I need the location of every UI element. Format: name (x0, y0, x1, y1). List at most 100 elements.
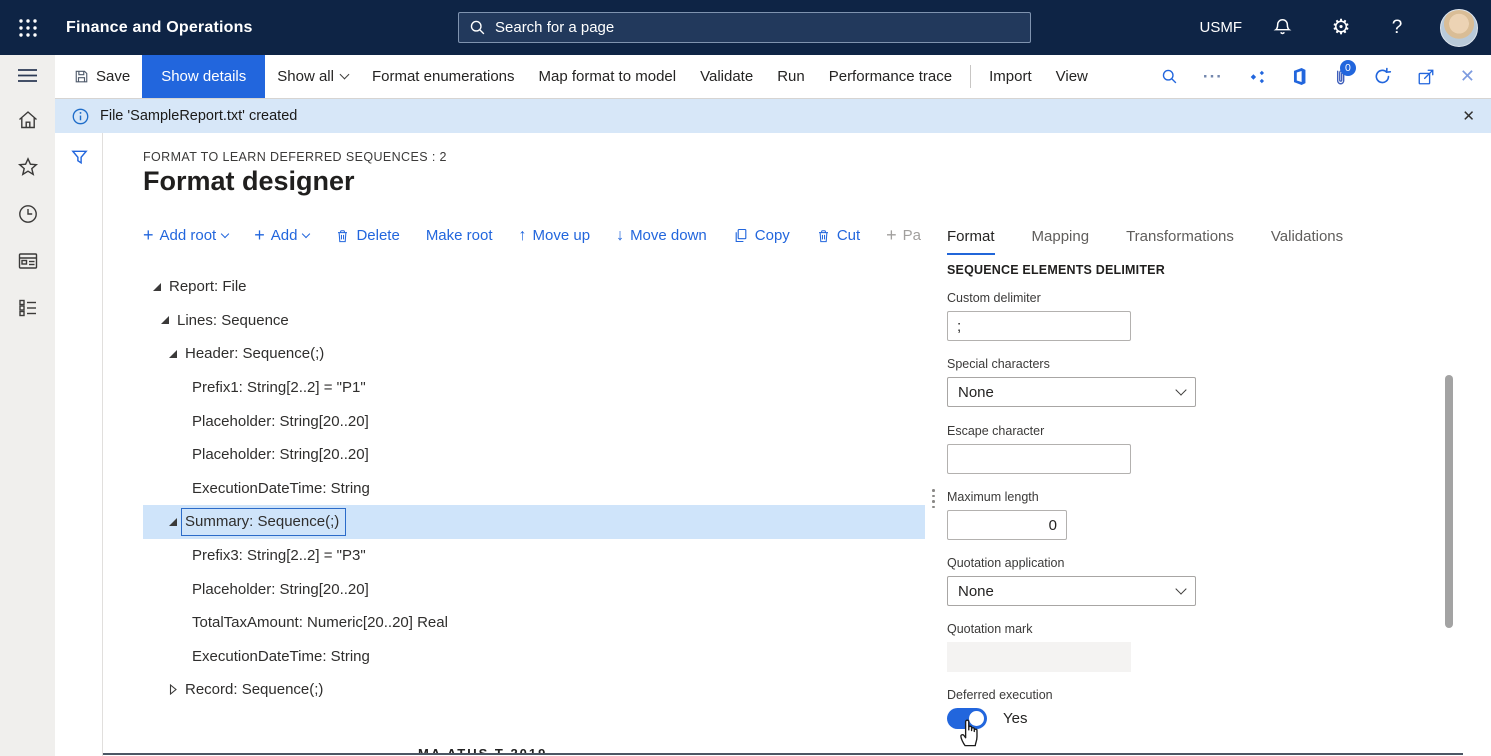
attachments-count-badge: 0 (1340, 60, 1356, 76)
format-enumerations-label: Format enumerations (372, 68, 515, 85)
tree-item[interactable]: Prefix1: String[2..2] = "P1" (143, 371, 925, 405)
tree-item[interactable]: Report: File (143, 270, 925, 304)
quotation-application-select[interactable]: None (947, 576, 1196, 606)
format-enumerations-button[interactable]: Format enumerations (360, 55, 527, 98)
special-characters-select[interactable]: None (947, 377, 1196, 407)
map-format-to-model-label: Map format to model (539, 68, 677, 85)
tree-item[interactable]: TotalTaxAmount: Numeric[20..20] Real (143, 606, 925, 640)
workspaces-nav-button[interactable] (17, 250, 39, 272)
escape-character-field: Escape character (947, 424, 1131, 474)
tree-item[interactable]: ExecutionDateTime: String (143, 472, 925, 506)
refresh-button[interactable] (1373, 67, 1392, 86)
tab-transformations[interactable]: Transformations (1126, 228, 1234, 255)
view-button[interactable]: View (1044, 55, 1100, 98)
section-title: SEQUENCE ELEMENTS DELIMITER (947, 263, 1165, 277)
add-button[interactable]: + Add (254, 225, 309, 246)
pane-splitter-grip[interactable] (932, 489, 935, 508)
home-nav-button[interactable] (17, 109, 39, 131)
custom-delimiter-input[interactable] (947, 311, 1131, 341)
make-root-label: Make root (426, 227, 493, 244)
settings-button[interactable]: ⚙ (1328, 15, 1354, 41)
more-commands-button[interactable]: ··· (1203, 67, 1223, 87)
arrow-up-icon: ↑ (519, 227, 527, 245)
format-structure-tree: Report: File Lines: Sequence Header: Seq… (143, 270, 925, 707)
user-avatar[interactable] (1440, 9, 1478, 47)
caret-expanded-icon[interactable] (168, 349, 185, 359)
delete-button[interactable]: Delete (335, 227, 399, 244)
cut-button[interactable]: Cut (816, 227, 860, 244)
escape-character-input[interactable] (947, 444, 1131, 474)
global-search-box[interactable] (458, 12, 1031, 43)
tab-mapping[interactable]: Mapping (1032, 228, 1090, 255)
close-icon: ✕ (1460, 66, 1475, 87)
open-in-new-window-button[interactable] (1417, 68, 1435, 86)
maximum-length-input[interactable] (947, 510, 1067, 540)
move-down-button[interactable]: ↓ Move down (616, 227, 707, 245)
save-label: Save (96, 68, 130, 85)
hamburger-menu-button[interactable] (18, 68, 37, 83)
copy-icon (733, 227, 749, 244)
tree-item[interactable]: Lines: Sequence (143, 304, 925, 338)
trash-icon (335, 228, 350, 244)
tree-item[interactable]: Prefix3: String[2..2] = "P3" (143, 539, 925, 573)
move-up-label: Move up (533, 227, 591, 244)
toolbar-separator (970, 65, 971, 88)
move-up-button[interactable]: ↑ Move up (519, 227, 591, 245)
attachments-button[interactable]: 0 (1333, 67, 1348, 87)
tree-item-label: Placeholder: String[20..20] (192, 413, 369, 430)
validate-button[interactable]: Validate (688, 55, 765, 98)
copy-button[interactable]: Copy (733, 227, 790, 244)
run-button[interactable]: Run (765, 55, 817, 98)
app-launcher-waffle-icon[interactable] (0, 0, 55, 55)
notifications-button[interactable] (1272, 17, 1298, 39)
tree-item[interactable]: Placeholder: String[20..20] (143, 572, 925, 606)
save-button[interactable]: Save (55, 55, 142, 98)
office-apps-button[interactable] (1291, 67, 1308, 86)
filter-funnel-icon[interactable] (70, 148, 89, 167)
help-button[interactable]: ? (1384, 15, 1410, 41)
page-search-button[interactable] (1161, 68, 1178, 85)
add-root-button[interactable]: + Add root (143, 225, 228, 246)
close-page-button[interactable]: ✕ (1460, 66, 1475, 87)
import-button[interactable]: Import (977, 55, 1044, 98)
caret-expanded-icon[interactable] (152, 282, 169, 292)
company-selector[interactable]: USMF (1200, 19, 1243, 36)
show-all-dropdown[interactable]: Show all (265, 55, 360, 98)
show-details-button[interactable]: Show details (142, 55, 265, 98)
modules-nav-button[interactable] (17, 297, 39, 319)
properties-panel: Format Mapping Transformations Validatio… (947, 133, 1467, 756)
related-info-button[interactable] (1248, 68, 1266, 86)
panel-scrollbar-thumb[interactable] (1445, 375, 1453, 628)
tree-item[interactable]: Record: Sequence(;) (143, 673, 925, 707)
toggle-state-label: Yes (1003, 710, 1027, 727)
tree-item[interactable]: ExecutionDateTime: String (143, 640, 925, 674)
tree-item[interactable]: Placeholder: String[20..20] (143, 438, 925, 472)
tab-validations[interactable]: Validations (1271, 228, 1343, 255)
refresh-icon (1373, 67, 1392, 86)
chevron-down-icon (221, 230, 229, 238)
make-root-button[interactable]: Make root (426, 227, 493, 244)
tab-format[interactable]: Format (947, 228, 995, 255)
paste-button-truncated[interactable]: + Pa (886, 225, 921, 246)
caret-collapsed-icon[interactable] (168, 684, 185, 695)
workspace-form-icon (17, 250, 39, 272)
notification-message-bar: File 'SampleReport.txt' created ✕ (55, 99, 1491, 133)
caret-expanded-icon[interactable] (160, 315, 177, 325)
tree-item[interactable]: Header: Sequence(;) (143, 337, 925, 371)
panel-tabs: Format Mapping Transformations Validatio… (947, 228, 1343, 255)
tree-item[interactable]: Placeholder: String[20..20] (143, 404, 925, 438)
chevron-down-icon (1175, 583, 1186, 594)
tree-item-label: Prefix1: String[2..2] = "P1" (192, 379, 366, 396)
performance-trace-button[interactable]: Performance trace (817, 55, 964, 98)
run-label: Run (777, 68, 805, 85)
tree-item-selected[interactable]: Summary: Sequence(;) (143, 505, 925, 539)
favorites-nav-button[interactable] (17, 156, 39, 178)
search-input[interactable] (495, 19, 1020, 36)
deferred-execution-toggle[interactable] (947, 708, 987, 729)
tree-item-label: Lines: Sequence (177, 312, 289, 329)
command-bar: Save Show details Show all Format enumer… (55, 55, 1491, 99)
recent-nav-button[interactable] (17, 203, 39, 225)
cut-label: Cut (837, 227, 860, 244)
dismiss-message-button[interactable]: ✕ (1462, 107, 1475, 125)
map-format-to-model-button[interactable]: Map format to model (527, 55, 689, 98)
